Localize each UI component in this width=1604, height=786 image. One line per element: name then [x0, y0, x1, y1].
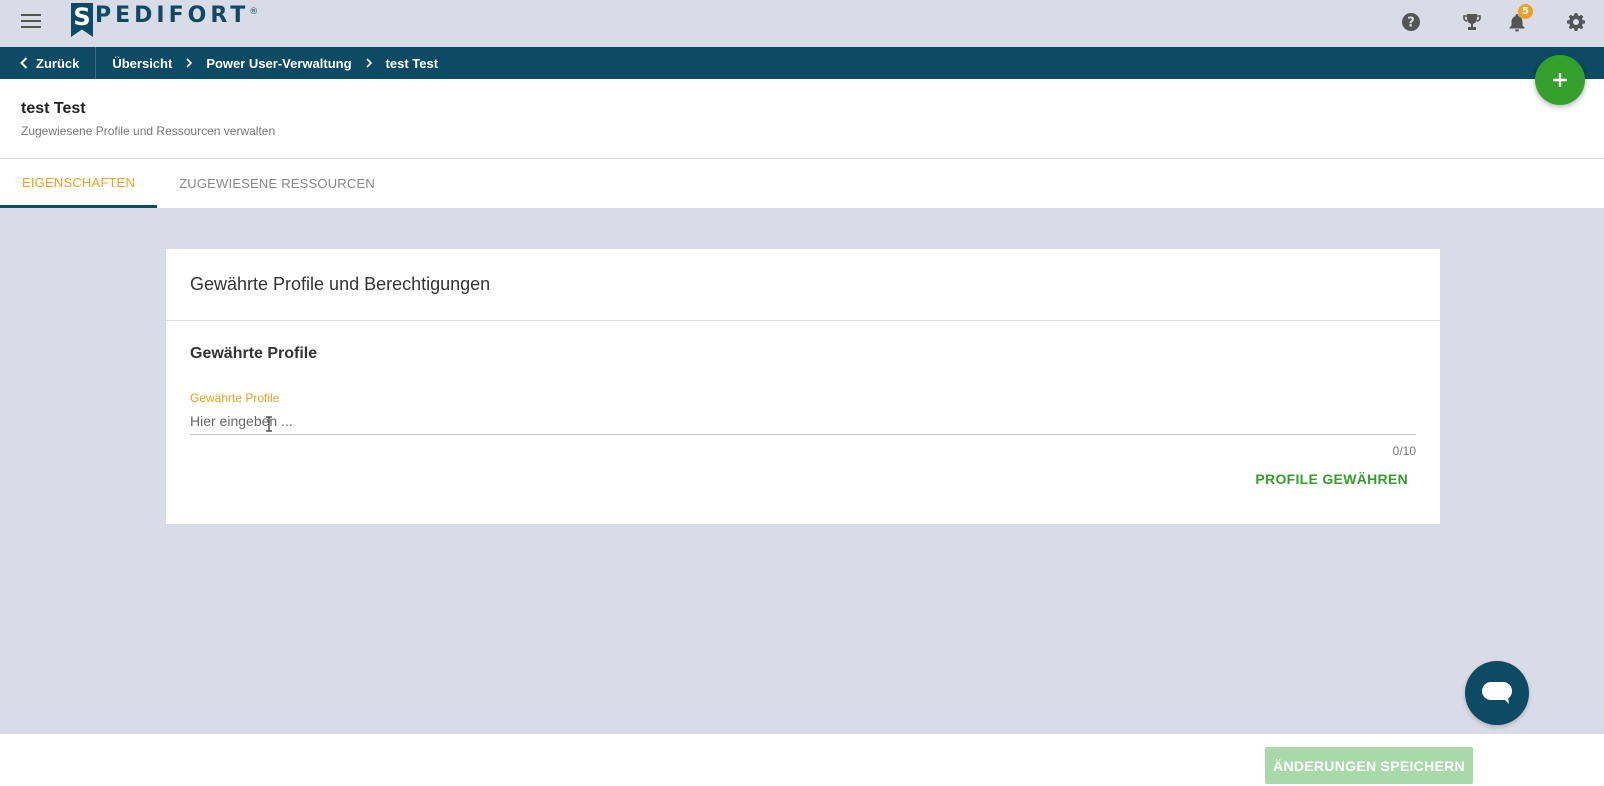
back-label: Zurück	[36, 55, 80, 71]
breadcrumb-bar: Zurück Übersicht Power User-Verwaltung t…	[0, 47, 1604, 79]
breadcrumb-power-user-management[interactable]: Power User-Verwaltung	[206, 56, 351, 71]
plus-icon	[1553, 73, 1567, 87]
section-title: Gewährte Profile	[190, 345, 318, 362]
breadcrumb: Übersicht Power User-Verwaltung test Tes…	[96, 56, 438, 71]
text-cursor-icon	[266, 416, 272, 432]
trophy-icon[interactable]	[1462, 12, 1482, 32]
breadcrumb-overview[interactable]: Übersicht	[112, 56, 172, 71]
chevron-right-icon	[186, 58, 193, 68]
save-changes-button[interactable]: ÄNDERUNGEN SPEICHERN	[1265, 747, 1473, 784]
back-button[interactable]: Zurück	[0, 47, 97, 79]
logo-mark: S	[71, 3, 93, 37]
breadcrumb-current-user: test Test	[385, 55, 439, 71]
granted-profiles-label: Gewährte Profile	[190, 391, 280, 405]
page-title: test Test	[21, 100, 86, 117]
page-subtitle: Zugewiesene Profile und Ressourcen verwa…	[21, 124, 276, 138]
menu-icon[interactable]	[21, 14, 41, 30]
chevron-left-icon	[20, 57, 28, 69]
tab-eigenschaften[interactable]: EIGENSCHAFTEN	[0, 159, 158, 208]
notifications-button[interactable]: 5	[1507, 4, 1533, 32]
add-button[interactable]	[1535, 55, 1585, 105]
footer-bar: ÄNDERUNGEN SPEICHERN	[0, 734, 1604, 786]
granted-profiles-card: Gewährte Profile und Berechtigungen Gewä…	[166, 249, 1440, 524]
page-header: test Test Zugewiesene Profile und Ressou…	[0, 79, 1604, 159]
card-title: Gewährte Profile und Berechtigungen	[166, 249, 1440, 321]
logo[interactable]: S PEDIFORT ®	[71, 3, 258, 37]
top-bar: S PEDIFORT ® ? 5	[0, 0, 1604, 47]
tab-bar: EIGENSCHAFTEN ZUGEWIESENE RESSOURCEN	[0, 159, 1604, 208]
chat-button[interactable]	[1465, 661, 1529, 725]
granted-profiles-input[interactable]	[190, 407, 1416, 435]
grant-profiles-button[interactable]: PROFILE GEWÄHREN	[1255, 471, 1408, 487]
character-counter: 0/10	[1392, 444, 1416, 458]
tab-zugewiesene-ressourcen[interactable]: ZUGEWIESENE RESSOURCEN	[157, 159, 397, 208]
help-icon[interactable]: ?	[1401, 12, 1421, 32]
gear-icon[interactable]	[1566, 12, 1586, 32]
chevron-right-icon	[365, 58, 372, 68]
logo-registered-mark: ®	[249, 7, 259, 17]
chat-icon	[1482, 682, 1512, 704]
svg-text:?: ?	[1407, 16, 1415, 31]
logo-text: PEDIFORT	[95, 2, 250, 28]
notification-badge: 5	[1518, 4, 1533, 19]
